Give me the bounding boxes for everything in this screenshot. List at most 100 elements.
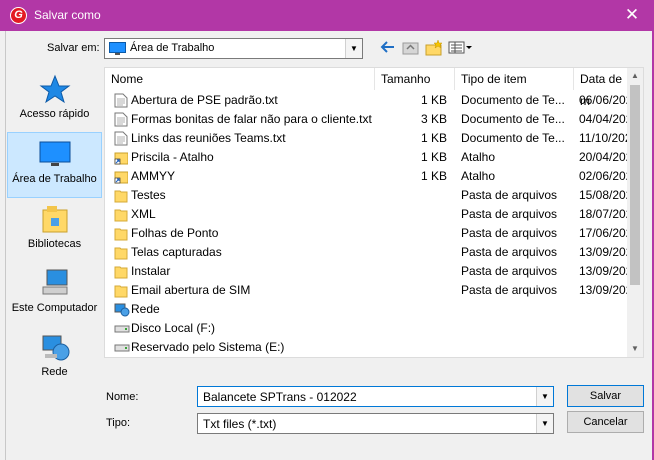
file-row[interactable]: Priscila - Atalho 1 KB Atalho 20/04/202 xyxy=(105,148,632,167)
file-row[interactable]: Links das reuniões Teams.txt 1 KB Document… xyxy=(105,129,632,148)
file-row[interactable]: Folhas de Ponto Pasta de arquivos 17/06/20… xyxy=(105,224,632,243)
filetype-label: Tipo: xyxy=(106,417,131,429)
place-this-pc[interactable]: Este Computador xyxy=(7,268,102,324)
star-icon xyxy=(39,74,71,104)
save-button[interactable]: Salvar xyxy=(567,385,644,407)
file-size: 3 KB xyxy=(420,112,447,126)
close-button[interactable]: ✕ xyxy=(610,0,654,31)
filename-value: Balancete SPTrans - 012022 xyxy=(203,390,357,404)
place-label: Bibliotecas xyxy=(27,238,82,250)
file-type: Documento de Te... xyxy=(461,112,565,126)
file-type: Pasta de arquivos xyxy=(461,264,558,278)
network-icon xyxy=(39,332,71,362)
file-row[interactable]: Email abertura de SIM Pasta de arquivos 13… xyxy=(105,281,632,300)
up-folder-button[interactable] xyxy=(401,40,421,58)
column-header-type[interactable]: Tipo de item xyxy=(455,68,574,90)
shortcut-icon xyxy=(114,169,129,184)
file-row[interactable]: AMMYY 1 KB Atalho 02/06/202 xyxy=(105,167,632,186)
libraries-icon xyxy=(39,204,71,234)
view-menu-button[interactable] xyxy=(448,40,474,58)
new-folder-button[interactable] xyxy=(424,39,444,58)
up-folder-icon xyxy=(402,42,419,55)
file-row[interactable]: Abertura de PSE padrão.txt 1 KB Documento … xyxy=(105,91,632,110)
new-folder-icon xyxy=(425,39,443,56)
desktop-icon xyxy=(109,42,126,55)
scroll-thumb[interactable] xyxy=(630,85,640,285)
cancel-button[interactable]: Cancelar xyxy=(567,411,644,433)
drive-icon xyxy=(114,340,130,355)
scroll-up-icon[interactable]: ▲ xyxy=(627,68,643,84)
file-name: Formas bonitas de falar não para o clien… xyxy=(131,112,372,126)
lookin-dropdown[interactable]: Área de Trabalho ▼ xyxy=(104,38,363,59)
folder-icon xyxy=(114,283,128,298)
filename-label: Nome: xyxy=(106,391,139,403)
filetype-dropdown[interactable]: Txt files (*.txt) ▼ xyxy=(197,413,554,434)
filetype-value: Txt files (*.txt) xyxy=(203,417,277,431)
column-header-date[interactable]: Data de m xyxy=(574,68,634,108)
file-row[interactable]: Telas capturadas Pasta de arquivos 13/09/2… xyxy=(105,243,632,262)
file-name: Testes xyxy=(131,188,166,202)
file-size: 1 KB xyxy=(420,169,447,183)
file-row[interactable]: Reservado pelo Sistema (E:) xyxy=(105,338,629,357)
filename-input[interactable]: Balancete SPTrans - 012022 ▼ xyxy=(197,386,554,407)
back-arrow-icon xyxy=(380,41,394,53)
title-bar: Salvar como ✕ xyxy=(0,0,654,31)
vertical-scrollbar[interactable]: ▲ ▼ xyxy=(627,68,643,357)
file-list[interactable]: Nome Tamanho Tipo de item Data de m Aber… xyxy=(104,67,644,358)
horizontal-scrollbar[interactable] xyxy=(104,358,644,372)
file-type: Atalho xyxy=(461,150,496,164)
shortcut-icon xyxy=(114,150,129,165)
file-type: Pasta de arquivos xyxy=(461,207,558,221)
file-row[interactable]: Testes Pasta de arquivos 15/08/202 xyxy=(105,186,632,205)
folder-icon xyxy=(114,245,128,260)
file-name: XML xyxy=(131,207,156,221)
place-libraries[interactable]: Bibliotecas xyxy=(7,204,102,260)
file-type: Documento de Te... xyxy=(461,93,565,107)
file-name: Folhas de Ponto xyxy=(131,226,219,240)
folder-icon xyxy=(114,188,128,203)
app-logo-icon xyxy=(10,7,27,24)
file-name: Links das reuniões Teams.txt xyxy=(131,131,286,145)
place-desktop[interactable]: Área de Trabalho xyxy=(7,132,102,198)
column-header-name[interactable]: Nome xyxy=(105,68,375,90)
places-bar: Acesso rápido Área de Trabalho Bibliotec… xyxy=(7,68,102,378)
file-name: Priscila - Atalho xyxy=(131,150,214,164)
window-title: Salvar como xyxy=(34,8,101,22)
chevron-down-icon[interactable]: ▼ xyxy=(536,414,553,433)
file-row[interactable]: Rede xyxy=(105,300,629,319)
desktop-icon xyxy=(39,139,71,169)
file-type: Pasta de arquivos xyxy=(461,283,558,297)
place-label: Rede xyxy=(41,366,68,378)
file-name: Email abertura de SIM xyxy=(131,283,251,297)
folder-icon xyxy=(114,207,128,222)
file-name: Telas capturadas xyxy=(131,245,222,259)
file-row[interactable]: Instalar Pasta de arquivos 13/09/202 xyxy=(105,262,632,281)
chevron-down-icon[interactable]: ▼ xyxy=(536,387,553,406)
back-button[interactable] xyxy=(378,40,398,58)
view-menu-icon xyxy=(448,41,472,54)
folder-icon xyxy=(114,226,128,241)
file-type: Pasta de arquivos xyxy=(461,188,558,202)
place-network[interactable]: Rede xyxy=(7,332,102,388)
file-type: Pasta de arquivos xyxy=(461,226,558,240)
file-size: 1 KB xyxy=(420,131,447,145)
background-window-strip xyxy=(0,31,6,460)
file-row[interactable]: XML Pasta de arquivos 18/07/202 xyxy=(105,205,632,224)
file-type: Documento de Te... xyxy=(461,131,565,145)
file-type: Pasta de arquivos xyxy=(461,245,558,259)
text-file-icon xyxy=(114,112,128,127)
folder-icon xyxy=(114,264,128,279)
file-size: 1 KB xyxy=(420,150,447,164)
file-size: 1 KB xyxy=(420,93,447,107)
place-quick-access[interactable]: Acesso rápido xyxy=(7,74,102,128)
scroll-down-icon[interactable]: ▼ xyxy=(627,341,643,357)
text-file-icon xyxy=(114,93,128,108)
file-row[interactable]: Disco Local (F:) xyxy=(105,319,629,338)
column-header-size[interactable]: Tamanho xyxy=(375,68,455,90)
lookin-value: Área de Trabalho xyxy=(130,42,215,54)
place-label: Acesso rápido xyxy=(19,108,90,120)
computer-icon xyxy=(39,268,71,298)
close-icon: ✕ xyxy=(624,5,640,24)
chevron-down-icon[interactable]: ▼ xyxy=(345,39,362,58)
file-row[interactable]: Formas bonitas de falar não para o clien… xyxy=(105,110,632,129)
